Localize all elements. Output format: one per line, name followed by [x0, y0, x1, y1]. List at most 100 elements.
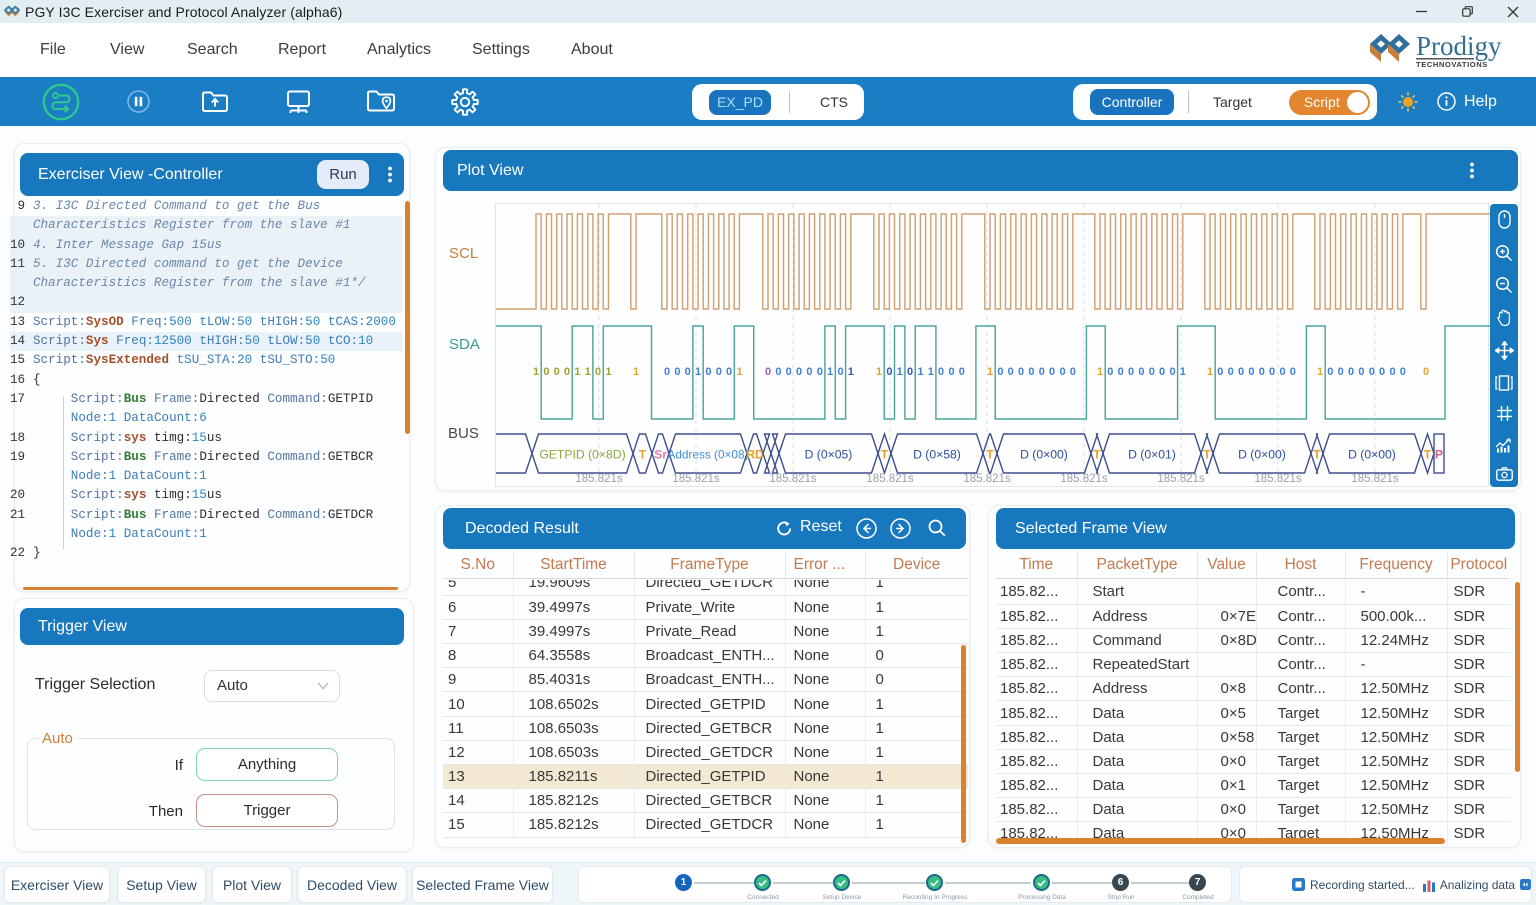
svg-text:1: 1 [736, 366, 742, 378]
svg-text:0: 0 [1269, 366, 1275, 378]
svg-text:185.821s: 185.821s [866, 473, 914, 485]
svg-text:0: 0 [997, 366, 1003, 378]
svg-text:1: 1 [987, 366, 993, 378]
svg-text:0: 0 [1290, 366, 1296, 378]
svg-text:0: 0 [817, 366, 823, 378]
svg-text:0: 0 [554, 366, 560, 378]
svg-text:0: 0 [1228, 366, 1234, 378]
svg-text:0: 0 [1400, 366, 1406, 378]
svg-text:T: T [1313, 448, 1321, 462]
svg-text:0: 0 [775, 366, 781, 378]
svg-text:RD: RD [746, 448, 764, 462]
svg-text:0: 0 [1389, 366, 1395, 378]
svg-text:1: 1 [585, 366, 591, 378]
svg-text:P: P [1435, 448, 1443, 462]
svg-text:0: 0 [716, 366, 722, 378]
svg-text:1: 1 [876, 366, 882, 378]
svg-text:185.821s: 185.821s [575, 473, 623, 485]
svg-text:D (0×58): D (0×58) [913, 448, 961, 462]
svg-text:0: 0 [1028, 366, 1034, 378]
svg-text:Prodigy: Prodigy [1416, 31, 1502, 61]
svg-text:0: 0 [1217, 366, 1223, 378]
svg-text:0: 0 [1338, 366, 1344, 378]
svg-text:D (0×00): D (0×00) [1238, 448, 1286, 462]
svg-text:0: 0 [1118, 366, 1124, 378]
svg-text:0: 0 [1327, 366, 1333, 378]
svg-text:0: 0 [1138, 366, 1144, 378]
svg-text:T: T [986, 448, 994, 462]
svg-text:T: T [1203, 448, 1211, 462]
svg-text:0: 0 [1238, 366, 1244, 378]
svg-text:0: 0 [948, 366, 954, 378]
svg-text:GETPID (0×8D): GETPID (0×8D) [539, 448, 625, 462]
svg-text:0: 0 [796, 366, 802, 378]
svg-text:0: 0 [959, 366, 965, 378]
svg-text:1: 1 [1097, 366, 1103, 378]
svg-text:T: T [639, 448, 647, 462]
svg-text:1: 1 [695, 366, 701, 378]
svg-text:0: 0 [1259, 366, 1265, 378]
svg-text:0: 0 [1070, 366, 1076, 378]
svg-text:1: 1 [928, 366, 934, 378]
svg-text:Address (0×08): Address (0×08) [668, 448, 749, 462]
svg-text:1: 1 [633, 366, 639, 378]
svg-text:T: T [1093, 448, 1101, 462]
svg-text:1: 1 [1207, 366, 1213, 378]
svg-text:185.821s: 185.821s [1060, 473, 1108, 485]
svg-text:0: 0 [786, 366, 792, 378]
svg-text:0: 0 [1423, 366, 1429, 378]
svg-text:0: 0 [705, 366, 711, 378]
svg-text:0: 0 [907, 366, 913, 378]
svg-text:1: 1 [574, 366, 580, 378]
svg-text:D (0×05): D (0×05) [805, 448, 853, 462]
svg-text:1: 1 [917, 366, 923, 378]
svg-text:0: 0 [1049, 366, 1055, 378]
svg-text:1: 1 [533, 366, 539, 378]
svg-text:185.821s: 185.821s [963, 473, 1011, 485]
svg-text:0: 0 [1149, 366, 1155, 378]
svg-text:0: 0 [664, 366, 670, 378]
svg-text:D (0×00): D (0×00) [1020, 448, 1068, 462]
svg-text:185.821s: 185.821s [1157, 473, 1205, 485]
svg-text:Sr: Sr [654, 448, 667, 462]
svg-text:0: 0 [837, 366, 843, 378]
svg-text:0: 0 [1008, 366, 1014, 378]
svg-text:0: 0 [806, 366, 812, 378]
svg-text:0: 0 [1107, 366, 1113, 378]
svg-text:0: 0 [1128, 366, 1134, 378]
svg-text:1: 1 [1180, 366, 1186, 378]
svg-text:0: 0 [1379, 366, 1385, 378]
svg-text:185.821s: 185.821s [769, 473, 817, 485]
svg-text:1: 1 [848, 366, 854, 378]
svg-text:0: 0 [1039, 366, 1045, 378]
svg-text:D (0×00): D (0×00) [1348, 448, 1396, 462]
svg-text:0: 0 [685, 366, 691, 378]
svg-text:0: 0 [1169, 366, 1175, 378]
svg-text:0: 0 [765, 366, 771, 378]
svg-text:T: T [881, 448, 889, 462]
svg-text:0: 0 [564, 366, 570, 378]
svg-text:0: 0 [1348, 366, 1354, 378]
svg-text:1: 1 [827, 366, 833, 378]
svg-text:0: 0 [726, 366, 732, 378]
svg-text:0: 0 [1159, 366, 1165, 378]
svg-text:0: 0 [1369, 366, 1375, 378]
svg-text:185.821s: 185.821s [1254, 473, 1302, 485]
svg-text:0: 0 [595, 366, 601, 378]
svg-text:0: 0 [674, 366, 680, 378]
svg-text:0: 0 [543, 366, 549, 378]
svg-text:0: 0 [1358, 366, 1364, 378]
svg-text:1: 1 [605, 366, 611, 378]
svg-text:TECHNOVATIONS: TECHNOVATIONS [1416, 60, 1488, 69]
svg-text:D (0×01): D (0×01) [1128, 448, 1176, 462]
svg-text:0: 0 [886, 366, 892, 378]
svg-text:0: 0 [1059, 366, 1065, 378]
svg-text:185.821s: 185.821s [672, 473, 720, 485]
svg-text:1: 1 [897, 366, 903, 378]
svg-text:0: 0 [1018, 366, 1024, 378]
svg-text:1: 1 [1317, 366, 1323, 378]
svg-text:0: 0 [938, 366, 944, 378]
svg-text:185.821s: 185.821s [1351, 473, 1399, 485]
svg-text:T: T [1424, 448, 1432, 462]
svg-text:0: 0 [1279, 366, 1285, 378]
